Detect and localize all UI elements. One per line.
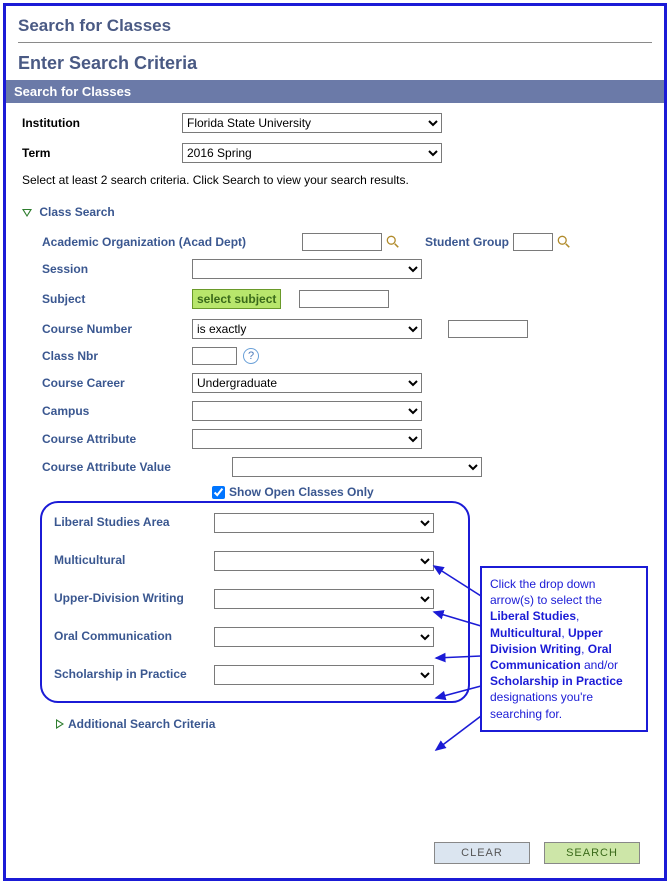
show-open-label: Show Open Classes Only	[229, 485, 374, 499]
section-bar: Search for Classes	[6, 80, 664, 103]
course-attr-label: Course Attribute	[42, 432, 192, 446]
subject-label: Subject	[42, 292, 192, 306]
scholarship-label: Scholarship in Practice	[54, 665, 214, 681]
clear-button[interactable]: Clear	[434, 842, 530, 864]
course-attr-val-select[interactable]	[232, 457, 482, 477]
course-number-input[interactable]	[448, 320, 528, 338]
term-select[interactable]: 2016 Spring	[182, 143, 442, 163]
liberal-studies-box: Liberal Studies Area Multicultural Upper…	[40, 501, 470, 703]
sub-title: Enter Search Criteria	[18, 53, 652, 80]
search-icon[interactable]	[385, 234, 401, 250]
select-subject-button[interactable]: select subject	[192, 289, 281, 309]
search-icon[interactable]	[556, 234, 572, 250]
upper-writing-label: Upper-Division Writing	[54, 589, 214, 605]
class-search-label: Class Search	[39, 205, 114, 219]
institution-select[interactable]: Florida State University	[182, 113, 442, 133]
instruction-text: Select at least 2 search criteria. Click…	[22, 173, 648, 187]
class-nbr-input[interactable]	[192, 347, 237, 365]
search-button[interactable]: Search	[544, 842, 640, 864]
liberal-area-label: Liberal Studies Area	[54, 513, 214, 529]
show-open-checkbox[interactable]	[212, 486, 225, 499]
class-nbr-label: Class Nbr	[42, 349, 192, 363]
subject-input[interactable]	[299, 290, 389, 308]
page-title: Search for Classes	[18, 14, 652, 43]
upper-writing-select[interactable]	[214, 589, 434, 609]
multicultural-select[interactable]	[214, 551, 434, 571]
student-group-input[interactable]	[513, 233, 553, 251]
oral-comm-label: Oral Communication	[54, 627, 214, 643]
session-label: Session	[42, 262, 192, 276]
class-search-header[interactable]: Class Search	[22, 205, 648, 219]
oral-comm-select[interactable]	[214, 627, 434, 647]
liberal-area-select[interactable]	[214, 513, 434, 533]
campus-label: Campus	[42, 404, 192, 418]
course-number-op-select[interactable]: is exactly	[192, 319, 422, 339]
institution-label: Institution	[22, 116, 182, 130]
course-attr-select[interactable]	[192, 429, 422, 449]
course-attr-val-label: Course Attribute Value	[42, 460, 232, 474]
chevron-down-icon	[22, 209, 32, 217]
course-career-select[interactable]: Undergraduate	[192, 373, 422, 393]
campus-select[interactable]	[192, 401, 422, 421]
student-group-label: Student Group	[425, 235, 509, 249]
chevron-right-icon	[56, 719, 64, 729]
course-number-label: Course Number	[42, 322, 192, 336]
acad-org-label: Academic Organization (Acad Dept)	[42, 235, 302, 249]
term-label: Term	[22, 146, 182, 160]
acad-org-input[interactable]	[302, 233, 382, 251]
scholarship-select[interactable]	[214, 665, 434, 685]
multicultural-label: Multicultural	[54, 551, 214, 567]
course-career-label: Course Career	[42, 376, 192, 390]
session-select[interactable]	[192, 259, 422, 279]
callout-box: Click the drop down arrow(s) to select t…	[480, 566, 648, 732]
additional-search-label: Additional Search Criteria	[68, 717, 215, 731]
help-icon[interactable]: ?	[243, 348, 259, 364]
